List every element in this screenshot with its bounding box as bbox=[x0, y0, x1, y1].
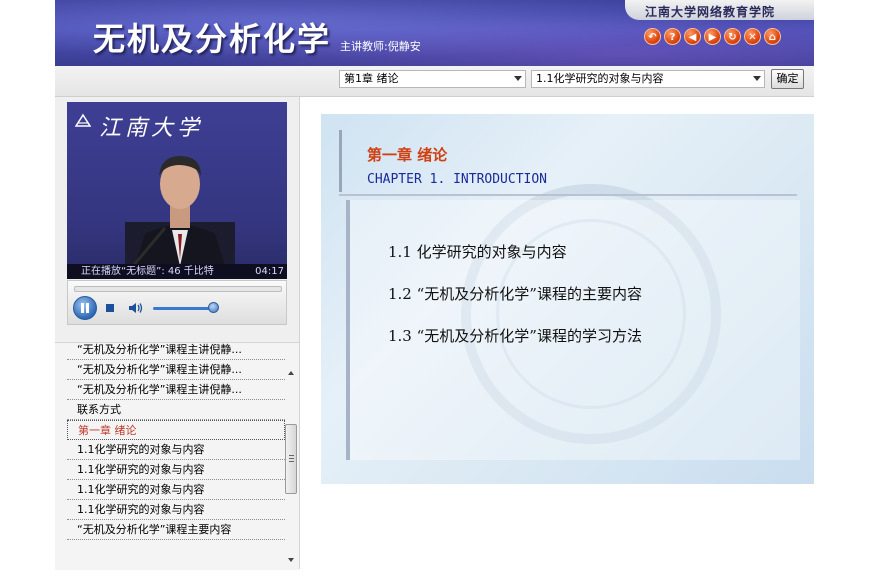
playlist-item[interactable]: 联系方式 bbox=[67, 400, 285, 420]
toc-link[interactable]: 1.3 “无机及分析化学”课程的学习方法 bbox=[388, 326, 642, 368]
playlist-items: “无机及分析化学”课程主讲倪静... “无机及分析化学”课程主讲倪静... “无机及… bbox=[67, 343, 285, 540]
playlist: “无机及分析化学”课程主讲倪静... “无机及分析化学”课程主讲倪静... “无机及… bbox=[55, 342, 299, 570]
speaker-image bbox=[125, 156, 235, 266]
chevron-down-icon bbox=[753, 76, 761, 81]
help-icon[interactable]: ? bbox=[664, 28, 681, 45]
seek-bar[interactable] bbox=[74, 286, 282, 292]
stop-button[interactable] bbox=[106, 304, 114, 312]
confirm-button[interactable]: 确定 bbox=[771, 69, 804, 89]
volume-slider[interactable] bbox=[153, 307, 213, 310]
back-icon[interactable]: ↶ bbox=[644, 28, 661, 45]
frame-bar bbox=[339, 130, 342, 192]
next-icon[interactable]: ▶ bbox=[704, 28, 721, 45]
teacher-name: 主讲教师:倪静安 bbox=[340, 40, 421, 53]
lesson-content: 第一章 绪论 CHAPTER 1. INTRODUCTION 1.1 化学研究的… bbox=[321, 114, 814, 484]
playlist-item[interactable]: “无机及分析化学”课程主讲倪静... bbox=[67, 343, 285, 360]
header-banner: 无机及分析化学 主讲教师:倪静安 江南大学网络教育学院 ↶ ? ◀ ▶ ↻ ✕ … bbox=[55, 0, 814, 66]
now-playing-text: 正在播放“无标题”: 46 千比特 bbox=[81, 266, 214, 277]
playlist-item[interactable]: “无机及分析化学”课程主讲倪静... bbox=[67, 380, 285, 400]
player-controls bbox=[67, 280, 287, 325]
chapter-select-value: 第1章 绪论 bbox=[344, 72, 399, 85]
header-toolbar: ↶ ? ◀ ▶ ↻ ✕ ⌂ bbox=[644, 28, 781, 48]
refresh-icon[interactable]: ↻ bbox=[724, 28, 741, 45]
chapter-select[interactable]: 第1章 绪论 bbox=[339, 70, 526, 88]
video-player[interactable]: 江南大学 正在播放“无标题”: 46 千比特 04:17 bbox=[67, 102, 287, 279]
university-logo-icon bbox=[75, 113, 91, 127]
playlist-item[interactable]: 1.1化学研究的对象与内容 bbox=[67, 500, 285, 520]
volume-icon[interactable] bbox=[128, 301, 144, 315]
prev-icon[interactable]: ◀ bbox=[684, 28, 701, 45]
playlist-item[interactable]: 1.1化学研究的对象与内容 bbox=[67, 480, 285, 500]
close-icon[interactable]: ✕ bbox=[744, 28, 761, 45]
course-title: 无机及分析化学 bbox=[93, 20, 332, 58]
table-of-contents: 1.1 化学研究的对象与内容 1.2 “无机及分析化学”课程的主要内容 1.3 “无… bbox=[388, 242, 642, 368]
toc-link[interactable]: 1.2 “无机及分析化学”课程的主要内容 bbox=[388, 284, 642, 326]
playlist-item[interactable]: 1.1化学研究的对象与内容 bbox=[67, 440, 285, 460]
playlist-scrollbar[interactable] bbox=[285, 368, 298, 565]
scroll-thumb[interactable] bbox=[285, 424, 297, 494]
playlist-item[interactable]: “无机及分析化学”课程主要内容 bbox=[67, 520, 285, 540]
home-icon[interactable]: ⌂ bbox=[764, 28, 781, 45]
chapter-navbar: 第1章 绪论 1.1化学研究的对象与内容 确定 bbox=[55, 66, 814, 97]
scroll-up-icon[interactable] bbox=[288, 371, 294, 375]
chevron-down-icon bbox=[514, 76, 522, 81]
chapter-heading-english: CHAPTER 1. INTRODUCTION bbox=[367, 172, 548, 187]
toc-link[interactable]: 1.1 化学研究的对象与内容 bbox=[388, 242, 642, 284]
scroll-down-icon[interactable] bbox=[288, 558, 294, 562]
left-panel: 江南大学 正在播放“无标题”: 46 千比特 04:17 “无机及分析化学”课程… bbox=[55, 97, 300, 570]
section-select[interactable]: 1.1化学研究的对象与内容 bbox=[531, 70, 765, 88]
pause-button[interactable] bbox=[73, 296, 97, 320]
playlist-item[interactable]: 1.1化学研究的对象与内容 bbox=[67, 460, 285, 480]
now-playing-bar: 正在播放“无标题”: 46 千比特 04:17 bbox=[67, 264, 287, 279]
section-select-value: 1.1化学研究的对象与内容 bbox=[536, 72, 664, 85]
divider bbox=[339, 194, 797, 196]
playlist-item[interactable]: 第一章 绪论 bbox=[67, 420, 285, 440]
playlist-item[interactable]: “无机及分析化学”课程主讲倪静... bbox=[67, 360, 285, 380]
volume-slider-handle[interactable] bbox=[208, 302, 219, 313]
playback-time: 04:17 bbox=[255, 266, 284, 277]
chapter-heading: 第一章 绪论 bbox=[367, 146, 448, 164]
school-name: 江南大学网络教育学院 bbox=[645, 5, 776, 19]
